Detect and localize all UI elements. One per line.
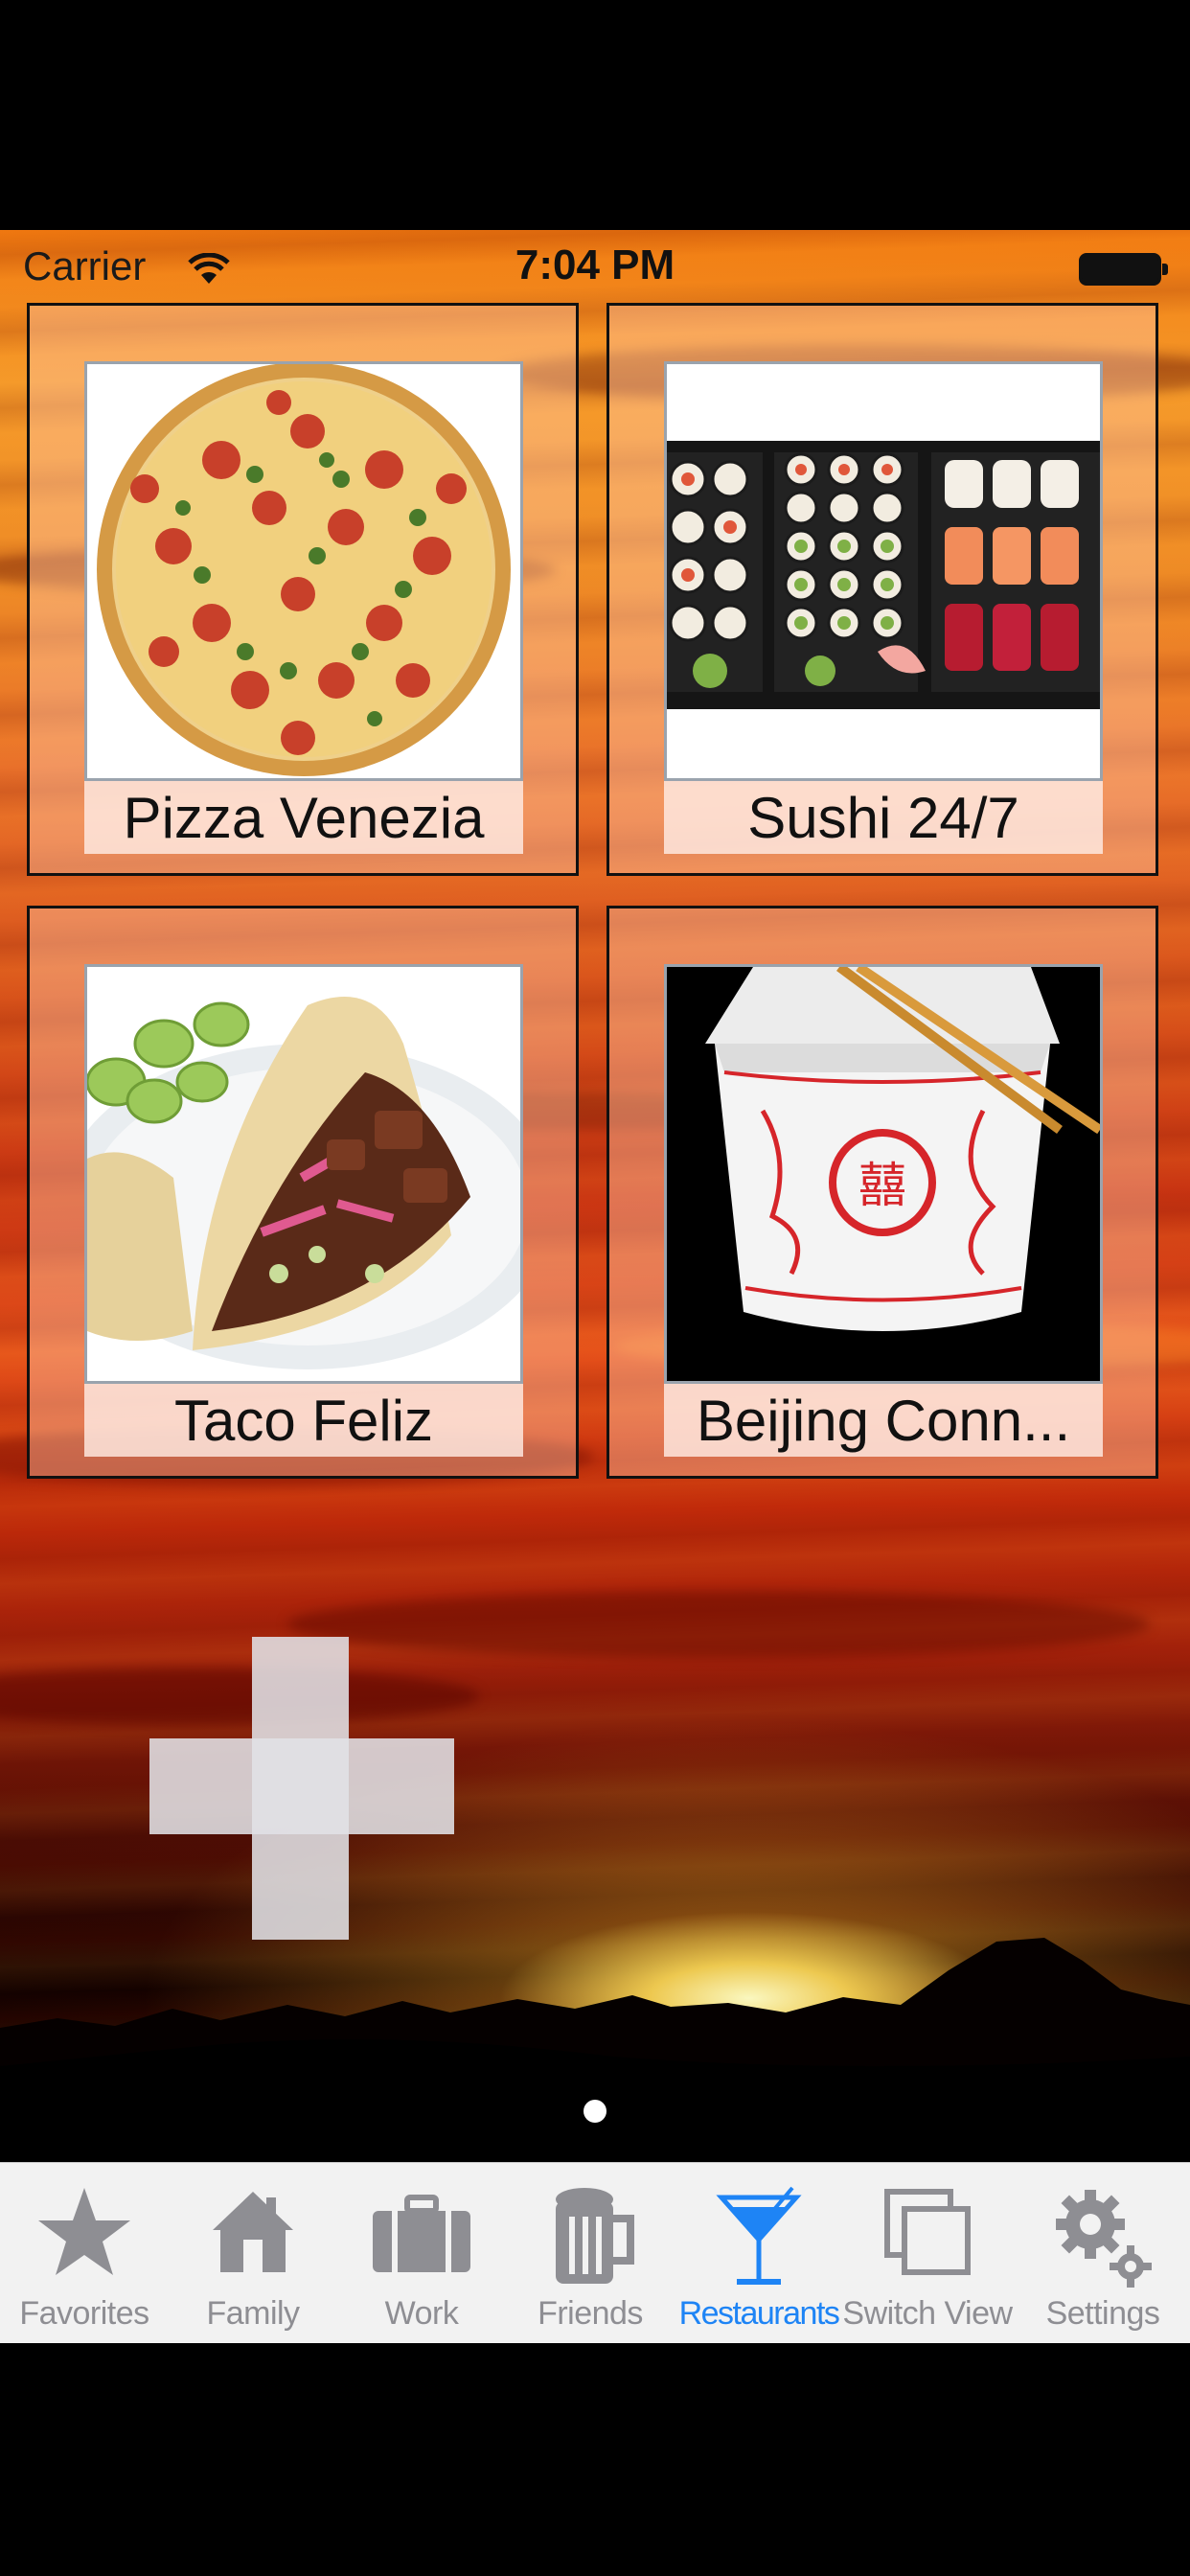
star-icon [36,2184,132,2285]
plus-icon-bar[interactable] [149,1738,454,1834]
tab-friends[interactable]: Friends [506,2163,675,2343]
taco-image [84,964,523,1384]
house-icon [205,2184,301,2285]
chinese-takeout-image: 囍 [664,964,1103,1384]
tab-label: Work [384,2295,459,2332]
briefcase-icon [369,2184,474,2285]
switch-view-icon [880,2184,975,2285]
tile-sushi-24-7[interactable]: Sushi 24/7 [606,303,1158,876]
tile-label: Sushi 24/7 [664,781,1103,854]
tab-family[interactable]: Family [169,2163,337,2343]
sushi-image [664,361,1103,781]
page-indicator-dot [584,2100,606,2123]
status-time: 7:04 PM [515,242,675,288]
battery-icon [1079,253,1168,286]
tile-pizza-venezia[interactable]: Pizza Venezia [27,303,579,876]
status-bar: Carrier 7:04 PM [0,230,1190,307]
tab-label: Friends [538,2295,643,2332]
tab-restaurants[interactable]: Restaurants [675,2163,843,2343]
tab-favorites[interactable]: Favorites [0,2163,169,2343]
cocktail-glass-icon [716,2184,802,2294]
svg-text:囍: 囍 [858,1158,906,1213]
tab-label: Switch View [842,2295,1013,2332]
tab-label: Favorites [19,2295,149,2332]
beer-mug-icon [542,2184,638,2294]
tile-label: Pizza Venezia [84,781,523,854]
gear-icon [1050,2184,1156,2294]
tab-label: Settings [1045,2295,1160,2332]
tile-beijing-connection[interactable]: 囍 Beijing Conn... [606,906,1158,1479]
tab-work[interactable]: Work [337,2163,506,2343]
tab-label: Family [206,2295,300,2332]
tab-settings[interactable]: Settings [1016,2163,1190,2343]
tile-label: Taco Feliz [84,1384,523,1457]
tile-taco-feliz[interactable]: Taco Feliz [27,906,579,1479]
tile-label: Beijing Conn... [664,1384,1103,1457]
tab-bar: Favorites Family Work Friends Restaurant… [0,2162,1190,2343]
tab-label: Restaurants [678,2295,840,2332]
pizza-image [84,361,523,781]
treeline-silhouette [0,1938,1190,2162]
tab-switch-view[interactable]: Switch View [842,2163,1013,2343]
